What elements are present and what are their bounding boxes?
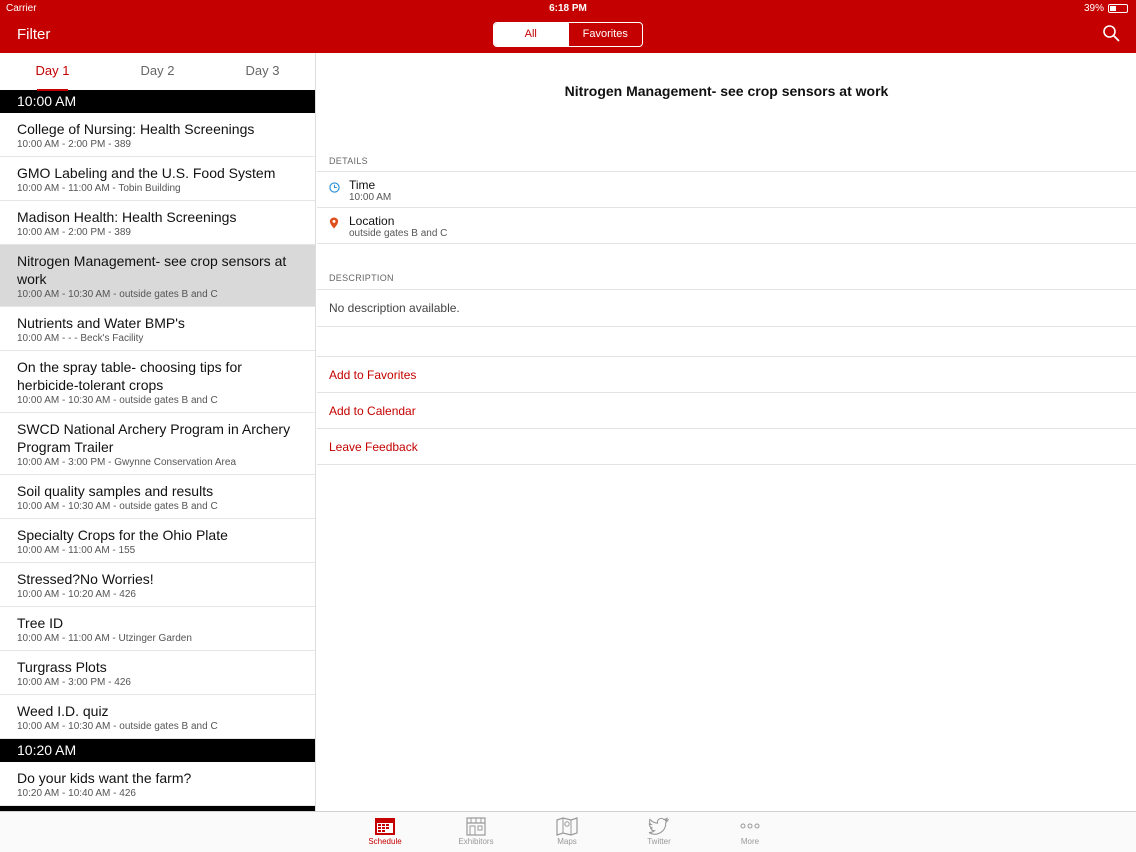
list-item-title: College of Nursing: Health Screenings	[17, 121, 255, 137]
list-item-title: Tree ID	[17, 615, 64, 631]
time-value: 10:00 AM	[349, 192, 392, 203]
list-item-title: On the spray table- choosing tips for he…	[17, 359, 242, 393]
list-item-subtitle: 10:00 AM - 10:30 AM - outside gates B an…	[17, 289, 218, 300]
list-item[interactable]: On the spray table- choosing tips for he…	[0, 351, 315, 413]
description-text: No description available.	[317, 289, 1136, 326]
list-item-subtitle: 10:00 AM - 11:00 AM - 155	[17, 545, 136, 556]
add-to-calendar-button[interactable]: Add to Calendar	[317, 392, 1136, 428]
list-item-subtitle: 10:00 AM - 10:30 AM - outside gates B an…	[17, 501, 218, 512]
list-item-title: Turgrass Plots	[17, 659, 107, 675]
segment-favorites[interactable]: Favorites	[567, 23, 643, 46]
add-to-favorites-button[interactable]: Add to Favorites	[317, 356, 1136, 392]
tab-bar: Schedule Exhibitors Maps Twitter More	[0, 811, 1136, 852]
section-header: 10:00 AM	[0, 90, 315, 113]
battery-icon	[1108, 4, 1128, 13]
tab-exhibitors[interactable]: Exhibitors	[441, 816, 511, 846]
clock-icon	[329, 182, 340, 193]
tab-day-3[interactable]: Day 3	[210, 53, 315, 90]
list-item-subtitle: 10:00 AM - 3:00 PM - Gwynne Conservation…	[17, 457, 236, 468]
battery-percent: 39%	[1083, 3, 1104, 14]
list-item[interactable]: GMO Labeling and the U.S. Food System 10:…	[0, 157, 315, 201]
segment-all[interactable]: All	[494, 23, 568, 46]
tab-twitter[interactable]: Twitter	[624, 816, 694, 846]
tab-more[interactable]: More	[715, 816, 785, 846]
location-value: outside gates B and C	[349, 228, 448, 239]
battery-indicator: 39%	[1084, 3, 1128, 14]
tab-schedule[interactable]: Schedule	[350, 816, 420, 846]
list-item-title: Nitrogen Management- see crop sensors at…	[17, 253, 287, 287]
section-header: 10:20 AM	[0, 739, 315, 762]
location-pin-icon	[329, 217, 339, 229]
list-item[interactable]: Soil quality samples and results 10:00 AM…	[0, 475, 315, 519]
list-item[interactable]: SWCD National Archery Program in Archery…	[0, 413, 315, 475]
more-dots-icon	[740, 823, 760, 829]
nav-bar: Filter All Favorites	[0, 16, 1136, 53]
tab-maps-label: Maps	[557, 837, 577, 846]
list-item[interactable]: Turgrass Plots 10:00 AM - 3:00 PM - 426	[0, 651, 315, 695]
list-item-subtitle: 10:00 AM - 3:00 PM - 426	[17, 677, 131, 688]
tab-day-1[interactable]: Day 1	[0, 53, 105, 91]
list-item-title: Nutrients and Water BMP's	[17, 315, 185, 331]
list-item[interactable]: College of Nursing: Health Screenings 10:…	[0, 113, 315, 157]
list-item-subtitle: 10:00 AM - 2:00 PM - 389	[17, 139, 131, 150]
list-item[interactable]: Nutrients and Water BMP's 10:00 AM - - - …	[0, 307, 315, 351]
list-item-title: Specialty Crops for the Ohio Plate	[17, 527, 228, 543]
day-tabs: Day 1 Day 2 Day 3	[0, 53, 315, 91]
session-list[interactable]: 10:00 AM College of Nursing: Health Scree…	[0, 90, 315, 811]
storefront-icon	[466, 817, 486, 836]
clock: 6:18 PM	[549, 3, 587, 14]
list-item[interactable]: Nitrogen Management- see crop sensors at…	[0, 245, 315, 307]
list-item-title: Soil quality samples and results	[17, 483, 214, 499]
map-icon	[556, 817, 578, 836]
details-header: DETAILS	[329, 156, 368, 166]
detail-title: Nitrogen Management- see crop sensors at…	[564, 83, 889, 99]
leave-feedback-button[interactable]: Leave Feedback	[317, 428, 1136, 464]
list-item-subtitle: 10:00 AM - - - Beck's Facility	[17, 333, 144, 344]
description-header: DESCRIPTION	[329, 273, 394, 283]
list-item[interactable]: Specialty Crops for the Ohio Plate 10:00 …	[0, 519, 315, 563]
tab-more-label: More	[740, 837, 760, 846]
list-item-title: Stressed?No Worries!	[17, 571, 154, 587]
search-icon[interactable]	[1102, 24, 1120, 42]
tab-schedule-label: Schedule	[368, 837, 402, 846]
tab-twitter-label: Twitter	[647, 837, 671, 846]
list-item-subtitle: 10:00 AM - 2:00 PM - 389	[17, 227, 131, 238]
twitter-bird-icon	[648, 817, 670, 835]
detail-time-row: Time 10:00 AM	[317, 171, 1136, 207]
list-item-subtitle: 10:00 AM - 10:30 AM - outside gates B an…	[17, 395, 218, 406]
list-item-subtitle: 10:20 AM - 10:40 AM - 426	[17, 788, 136, 799]
filter-button[interactable]: Filter	[17, 26, 50, 43]
list-item[interactable]: Do your kids want the farm? 10:20 AM - 10…	[0, 762, 315, 806]
top-bar: Carrier 6:18 PM 39% Filter All Favorites	[0, 0, 1136, 53]
list-item-title: Madison Health: Health Screenings	[17, 209, 237, 225]
time-label: Time	[349, 178, 376, 192]
list-item[interactable]: Madison Health: Health Screenings 10:00 A…	[0, 201, 315, 245]
list-item-subtitle: 10:00 AM - 10:20 AM - 426	[17, 589, 136, 600]
calendar-icon	[375, 818, 395, 835]
list-item-subtitle: 10:00 AM - 11:00 AM - Utzinger Garden	[17, 633, 192, 644]
segmented-control: All Favorites	[493, 22, 643, 47]
list-item-title: Weed I.D. quiz	[17, 703, 109, 719]
tab-maps[interactable]: Maps	[532, 816, 602, 846]
detail-location-row[interactable]: Location outside gates B and C	[317, 207, 1136, 243]
status-bar: Carrier 6:18 PM 39%	[0, 0, 1136, 16]
list-item-subtitle: 10:00 AM - 10:30 AM - outside gates B an…	[17, 721, 218, 732]
list-item[interactable]: Stressed?No Worries! 10:00 AM - 10:20 AM …	[0, 563, 315, 607]
list-item-subtitle: 10:00 AM - 11:00 AM - Tobin Building	[17, 183, 181, 194]
tab-exhibitors-label: Exhibitors	[458, 837, 494, 846]
list-item-title: SWCD National Archery Program in Archery…	[17, 421, 291, 455]
location-label: Location	[349, 214, 395, 228]
list-item-title: GMO Labeling and the U.S. Food System	[17, 165, 276, 181]
list-item[interactable]: Tree ID 10:00 AM - 11:00 AM - Utzinger Ga…	[0, 607, 315, 651]
tab-day-2[interactable]: Day 2	[105, 53, 210, 90]
schedule-list-pane: Day 1 Day 2 Day 3 10:00 AM College of Nur…	[0, 53, 316, 811]
session-detail-pane: Nitrogen Management- see crop sensors at…	[317, 53, 1136, 811]
list-item[interactable]: Weed I.D. quiz 10:00 AM - 10:30 AM - outs…	[0, 695, 315, 739]
list-item-title: Do your kids want the farm?	[17, 770, 192, 786]
